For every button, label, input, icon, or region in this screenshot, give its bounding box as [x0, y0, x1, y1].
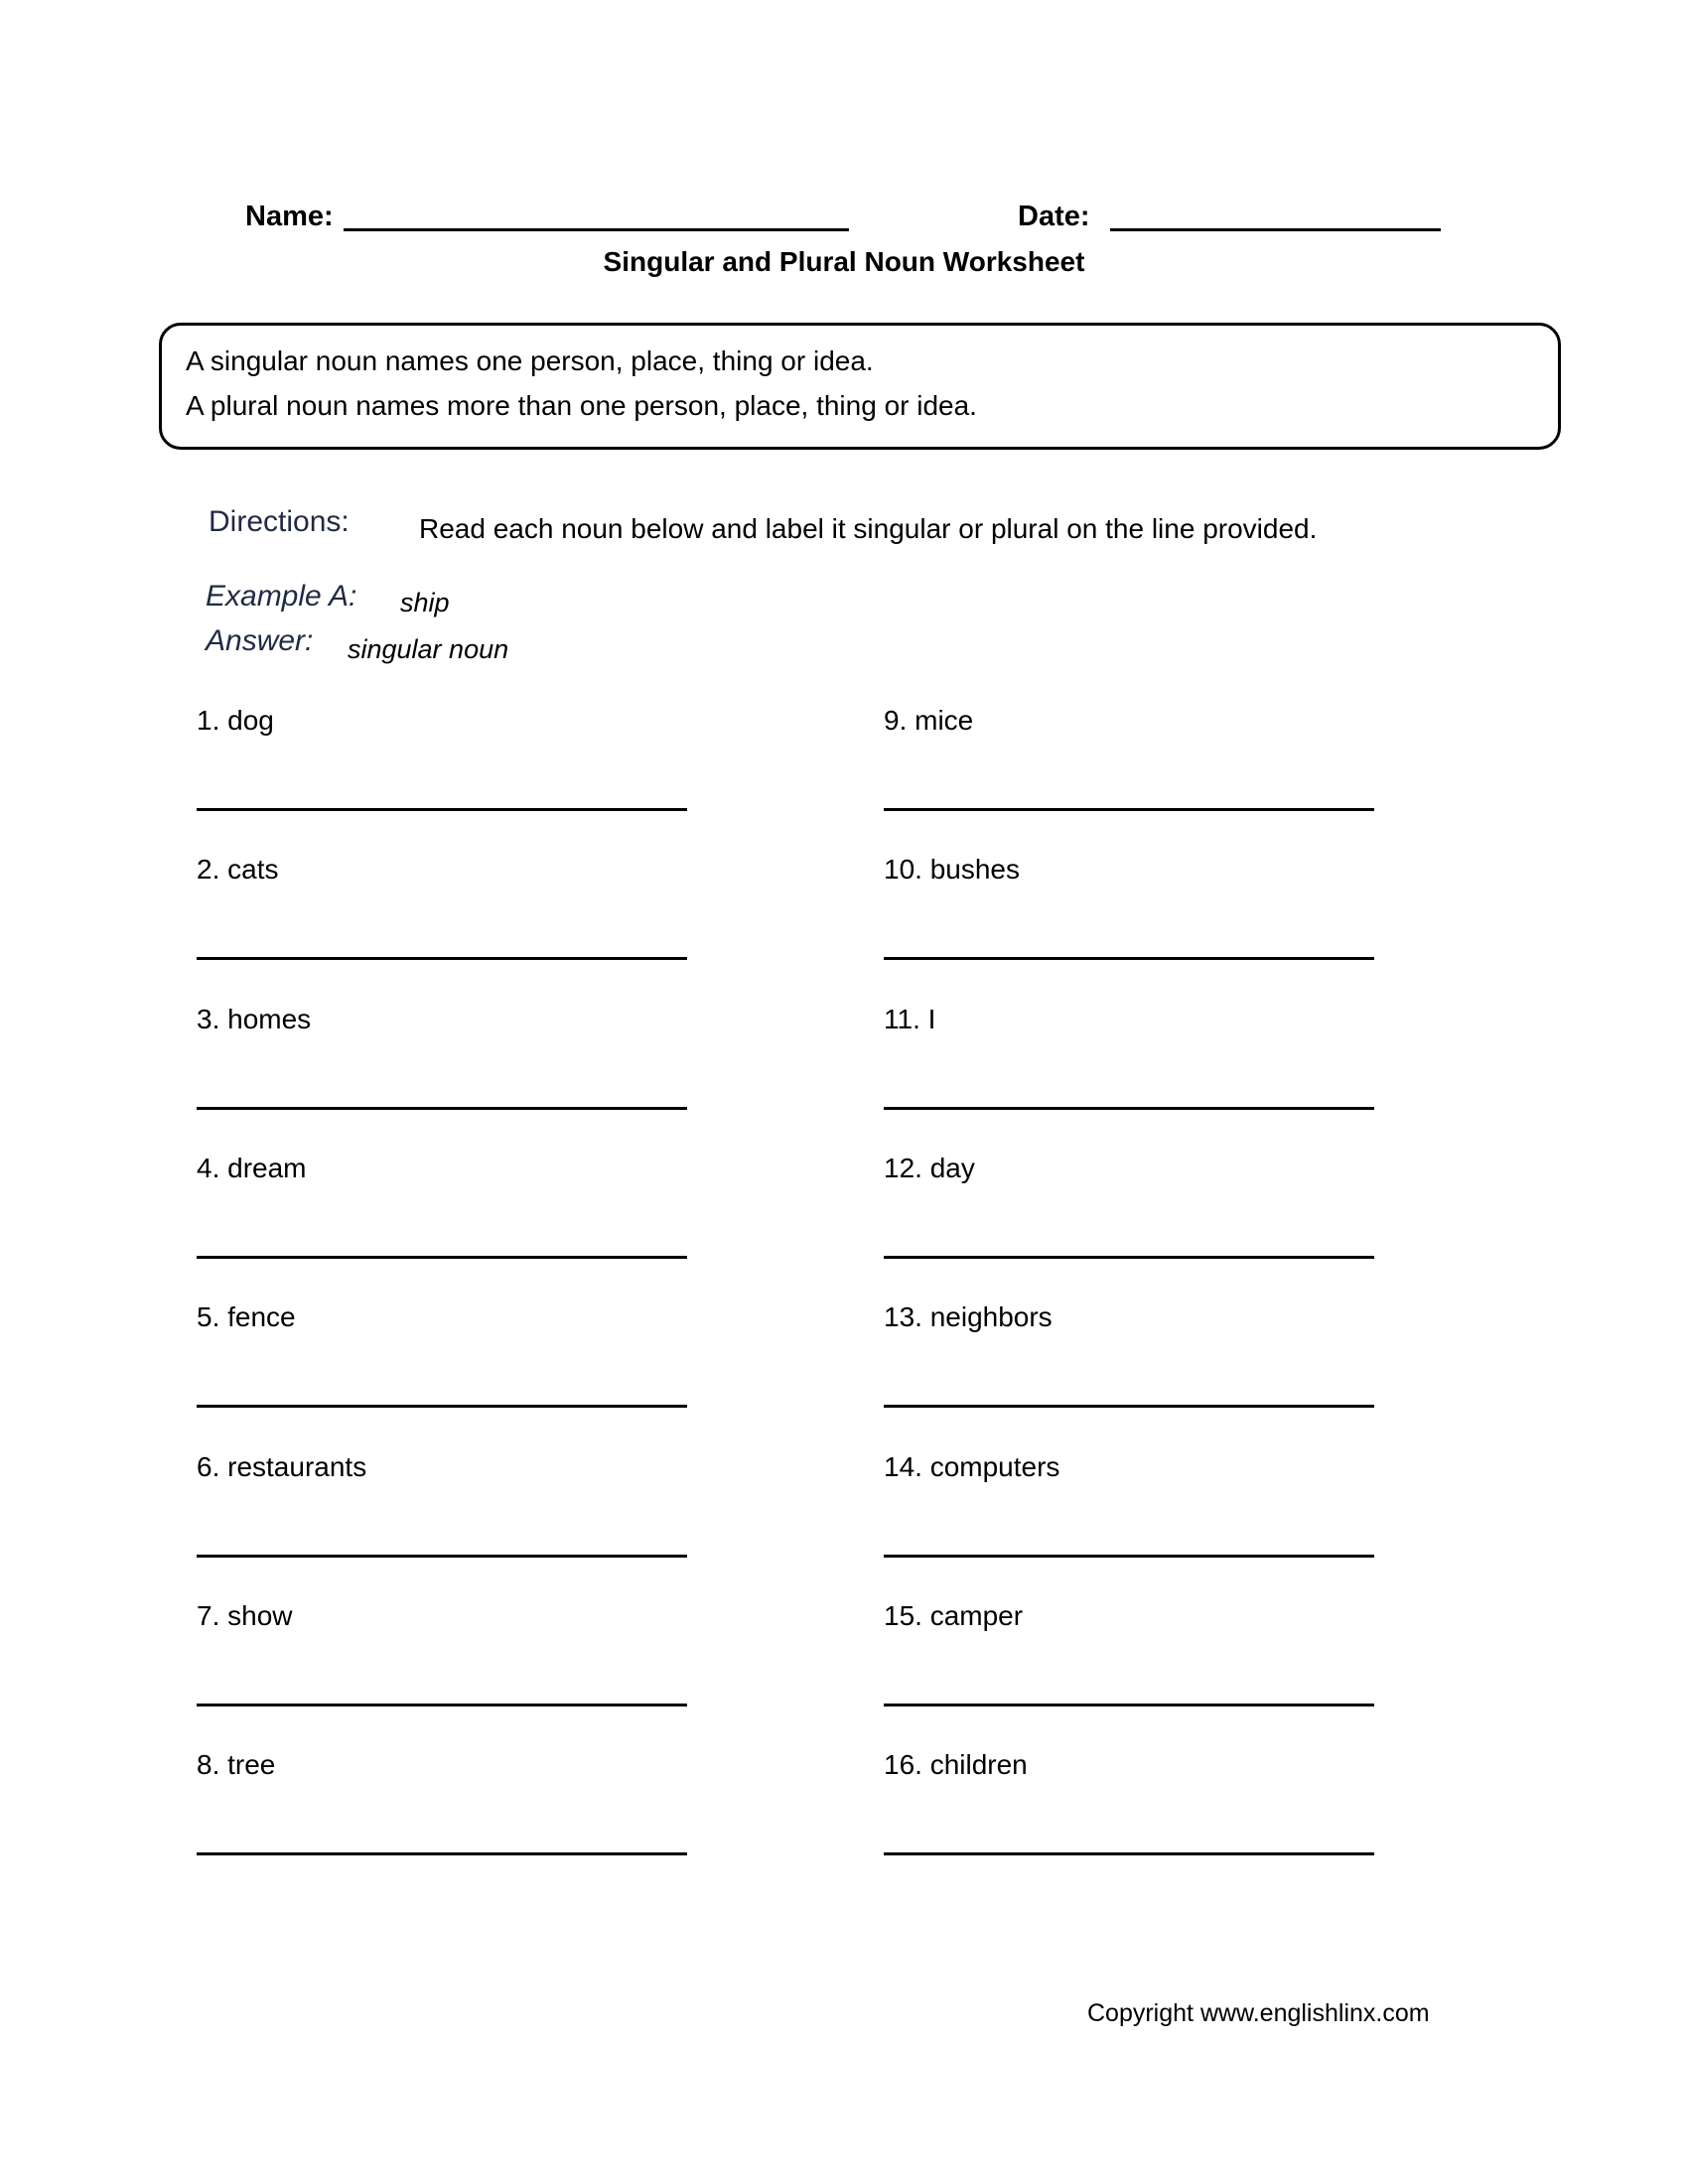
exercise-item: 16. children	[884, 1749, 1028, 1780]
answer-line[interactable]	[884, 808, 1374, 811]
exercise-item: 13. neighbors	[884, 1301, 1053, 1332]
exercise-item: 6. restaurants	[197, 1451, 367, 1482]
definition-box	[159, 323, 1561, 450]
answer-line[interactable]	[197, 1704, 687, 1706]
definition-plural: A plural noun names more than one person…	[186, 390, 977, 421]
example-answer: singular noun	[348, 634, 509, 664]
exercise-item: 8. tree	[197, 1749, 276, 1780]
worksheet-title: Singular and Plural Noun Worksheet	[603, 246, 1085, 277]
answer-line[interactable]	[197, 808, 687, 811]
answer-line[interactable]	[197, 957, 687, 960]
directions-label: Directions:	[209, 505, 350, 538]
answer-label: Answer:	[206, 624, 314, 657]
name-field[interactable]	[344, 228, 849, 231]
exercise-item: 3. homes	[197, 1004, 312, 1034]
answer-line[interactable]	[884, 1256, 1374, 1259]
answer-line[interactable]	[884, 957, 1374, 960]
exercise-item: 1. dog	[197, 705, 274, 736]
answer-line[interactable]	[884, 1107, 1374, 1110]
answer-line[interactable]	[197, 1405, 687, 1408]
directions-text: Read each noun below and label it singul…	[419, 513, 1318, 544]
exercise-item: 11. I	[884, 1004, 936, 1034]
exercise-item: 14. computers	[884, 1451, 1060, 1482]
exercise-item: 5. fence	[197, 1301, 296, 1332]
answer-line[interactable]	[197, 1256, 687, 1259]
exercise-item: 15. camper	[884, 1600, 1024, 1631]
definition-singular: A singular noun names one person, place,…	[186, 345, 874, 376]
answer-line[interactable]	[884, 1555, 1374, 1558]
name-label: Name:	[245, 201, 334, 232]
exercise-item: 10. bushes	[884, 854, 1020, 885]
date-field[interactable]	[1110, 228, 1441, 231]
exercise-item: 9. mice	[884, 705, 974, 736]
example-word: ship	[400, 588, 450, 617]
exercise-item: 7. show	[197, 1600, 293, 1631]
answer-line[interactable]	[884, 1704, 1374, 1706]
exercise-item: 12. day	[884, 1153, 975, 1183]
answer-line[interactable]	[197, 1107, 687, 1110]
date-label: Date:	[1018, 201, 1090, 232]
answer-line[interactable]	[197, 1555, 687, 1558]
copyright-notice: Copyright www.englishlinx.com	[1087, 1999, 1430, 2027]
exercise-item: 4. dream	[197, 1153, 307, 1183]
answer-line[interactable]	[197, 1852, 687, 1855]
exercise-item: 2. cats	[197, 854, 279, 885]
example-label: Example A:	[206, 580, 357, 613]
answer-line[interactable]	[884, 1405, 1374, 1408]
answer-line[interactable]	[884, 1852, 1374, 1855]
